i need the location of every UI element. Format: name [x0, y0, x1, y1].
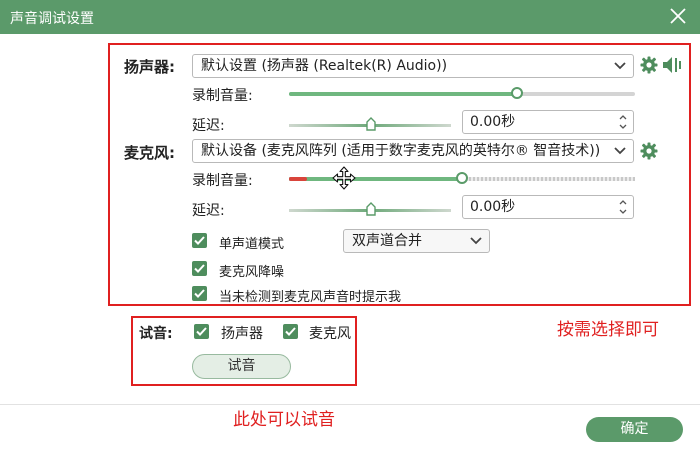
microphone-settings-button[interactable] — [640, 142, 658, 160]
title-bar: 声音调试设置 — [0, 0, 700, 34]
annotation-audition-here: 此处可以试音 — [233, 410, 335, 430]
speaker-device-value: 默认设置 (扬声器 (Realtek(R) Audio)) — [201, 58, 448, 74]
audition-button[interactable]: 试音 — [192, 354, 291, 379]
footer-divider — [0, 404, 700, 405]
chevron-down-icon — [614, 147, 626, 155]
window-title: 声音调试设置 — [10, 11, 94, 27]
speaker-delay-label: 延迟: — [192, 118, 225, 134]
speaker-delay-slider[interactable] — [289, 117, 451, 133]
mono-mode-label: 单声道模式 — [219, 237, 285, 252]
speaker-record-volume-slider[interactable] — [289, 86, 635, 102]
speaker-volume-icon — [663, 57, 681, 73]
microphone-delay-value: 0.00秒 — [470, 199, 516, 215]
slider-fill — [289, 92, 518, 96]
check-icon — [196, 327, 207, 336]
check-icon — [194, 236, 205, 245]
slider-thumb[interactable] — [511, 87, 524, 99]
slider-thumb[interactable] — [456, 172, 468, 184]
spin-arrows-icon[interactable] — [618, 197, 628, 217]
noise-reduction-label: 麦克风降噪 — [219, 265, 285, 280]
no-mic-prompt-label: 当未检测到麦克风声音时提示我 — [219, 290, 402, 305]
speaker-delay-input[interactable]: 0.00秒 — [462, 110, 634, 134]
move-cursor-icon — [332, 166, 356, 190]
channel-select[interactable]: 双声道合并 — [343, 229, 490, 253]
audition-label: 试音: — [139, 326, 173, 342]
slider-thumb[interactable] — [366, 117, 376, 131]
speaker-label: 扬声器: — [124, 58, 175, 76]
input-peak-indicator — [289, 177, 307, 181]
microphone-device-value: 默认设备 (麦克风阵列 (适用于数字麦克风的英特尔® 智音技术)) — [201, 143, 601, 159]
speaker-record-volume-label: 录制音量: — [192, 88, 253, 104]
microphone-device-select[interactable]: 默认设备 (麦克风阵列 (适用于数字麦克风的英特尔® 智音技术)) — [192, 139, 634, 163]
microphone-label: 麦克风: — [124, 144, 175, 162]
no-mic-prompt-checkbox[interactable] — [192, 286, 207, 301]
gear-icon — [640, 56, 658, 74]
speaker-delay-value: 0.00秒 — [470, 114, 516, 130]
microphone-record-volume-label: 录制音量: — [192, 173, 253, 189]
check-icon — [285, 327, 296, 336]
audition-microphone-label: 麦克风 — [309, 326, 351, 342]
slider-fill — [289, 177, 462, 181]
annotation-select-as-needed: 按需选择即可 — [557, 320, 659, 340]
slider-thumb[interactable] — [366, 202, 376, 216]
audition-microphone-checkbox[interactable] — [283, 324, 298, 339]
noise-reduction-checkbox[interactable] — [192, 261, 207, 276]
speaker-test-button[interactable] — [662, 56, 684, 74]
check-icon — [194, 264, 205, 273]
speaker-settings-button[interactable] — [640, 56, 658, 74]
speaker-device-select[interactable]: 默认设置 (扬声器 (Realtek(R) Audio)) — [192, 54, 634, 78]
microphone-delay-input[interactable]: 0.00秒 — [462, 195, 634, 219]
microphone-delay-label: 延迟: — [192, 203, 225, 219]
gear-icon — [640, 142, 658, 160]
audition-speaker-checkbox[interactable] — [194, 324, 209, 339]
close-button[interactable] — [668, 6, 688, 26]
mono-mode-checkbox[interactable] — [192, 233, 207, 248]
close-icon — [670, 8, 686, 24]
check-icon — [194, 289, 205, 298]
chevron-down-icon — [470, 237, 482, 245]
ok-button[interactable]: 确定 — [586, 417, 683, 442]
microphone-delay-slider[interactable] — [289, 202, 451, 218]
spin-arrows-icon[interactable] — [618, 112, 628, 132]
audition-speaker-label: 扬声器 — [221, 326, 263, 342]
channel-select-value: 双声道合并 — [352, 233, 422, 249]
chevron-down-icon — [614, 62, 626, 70]
